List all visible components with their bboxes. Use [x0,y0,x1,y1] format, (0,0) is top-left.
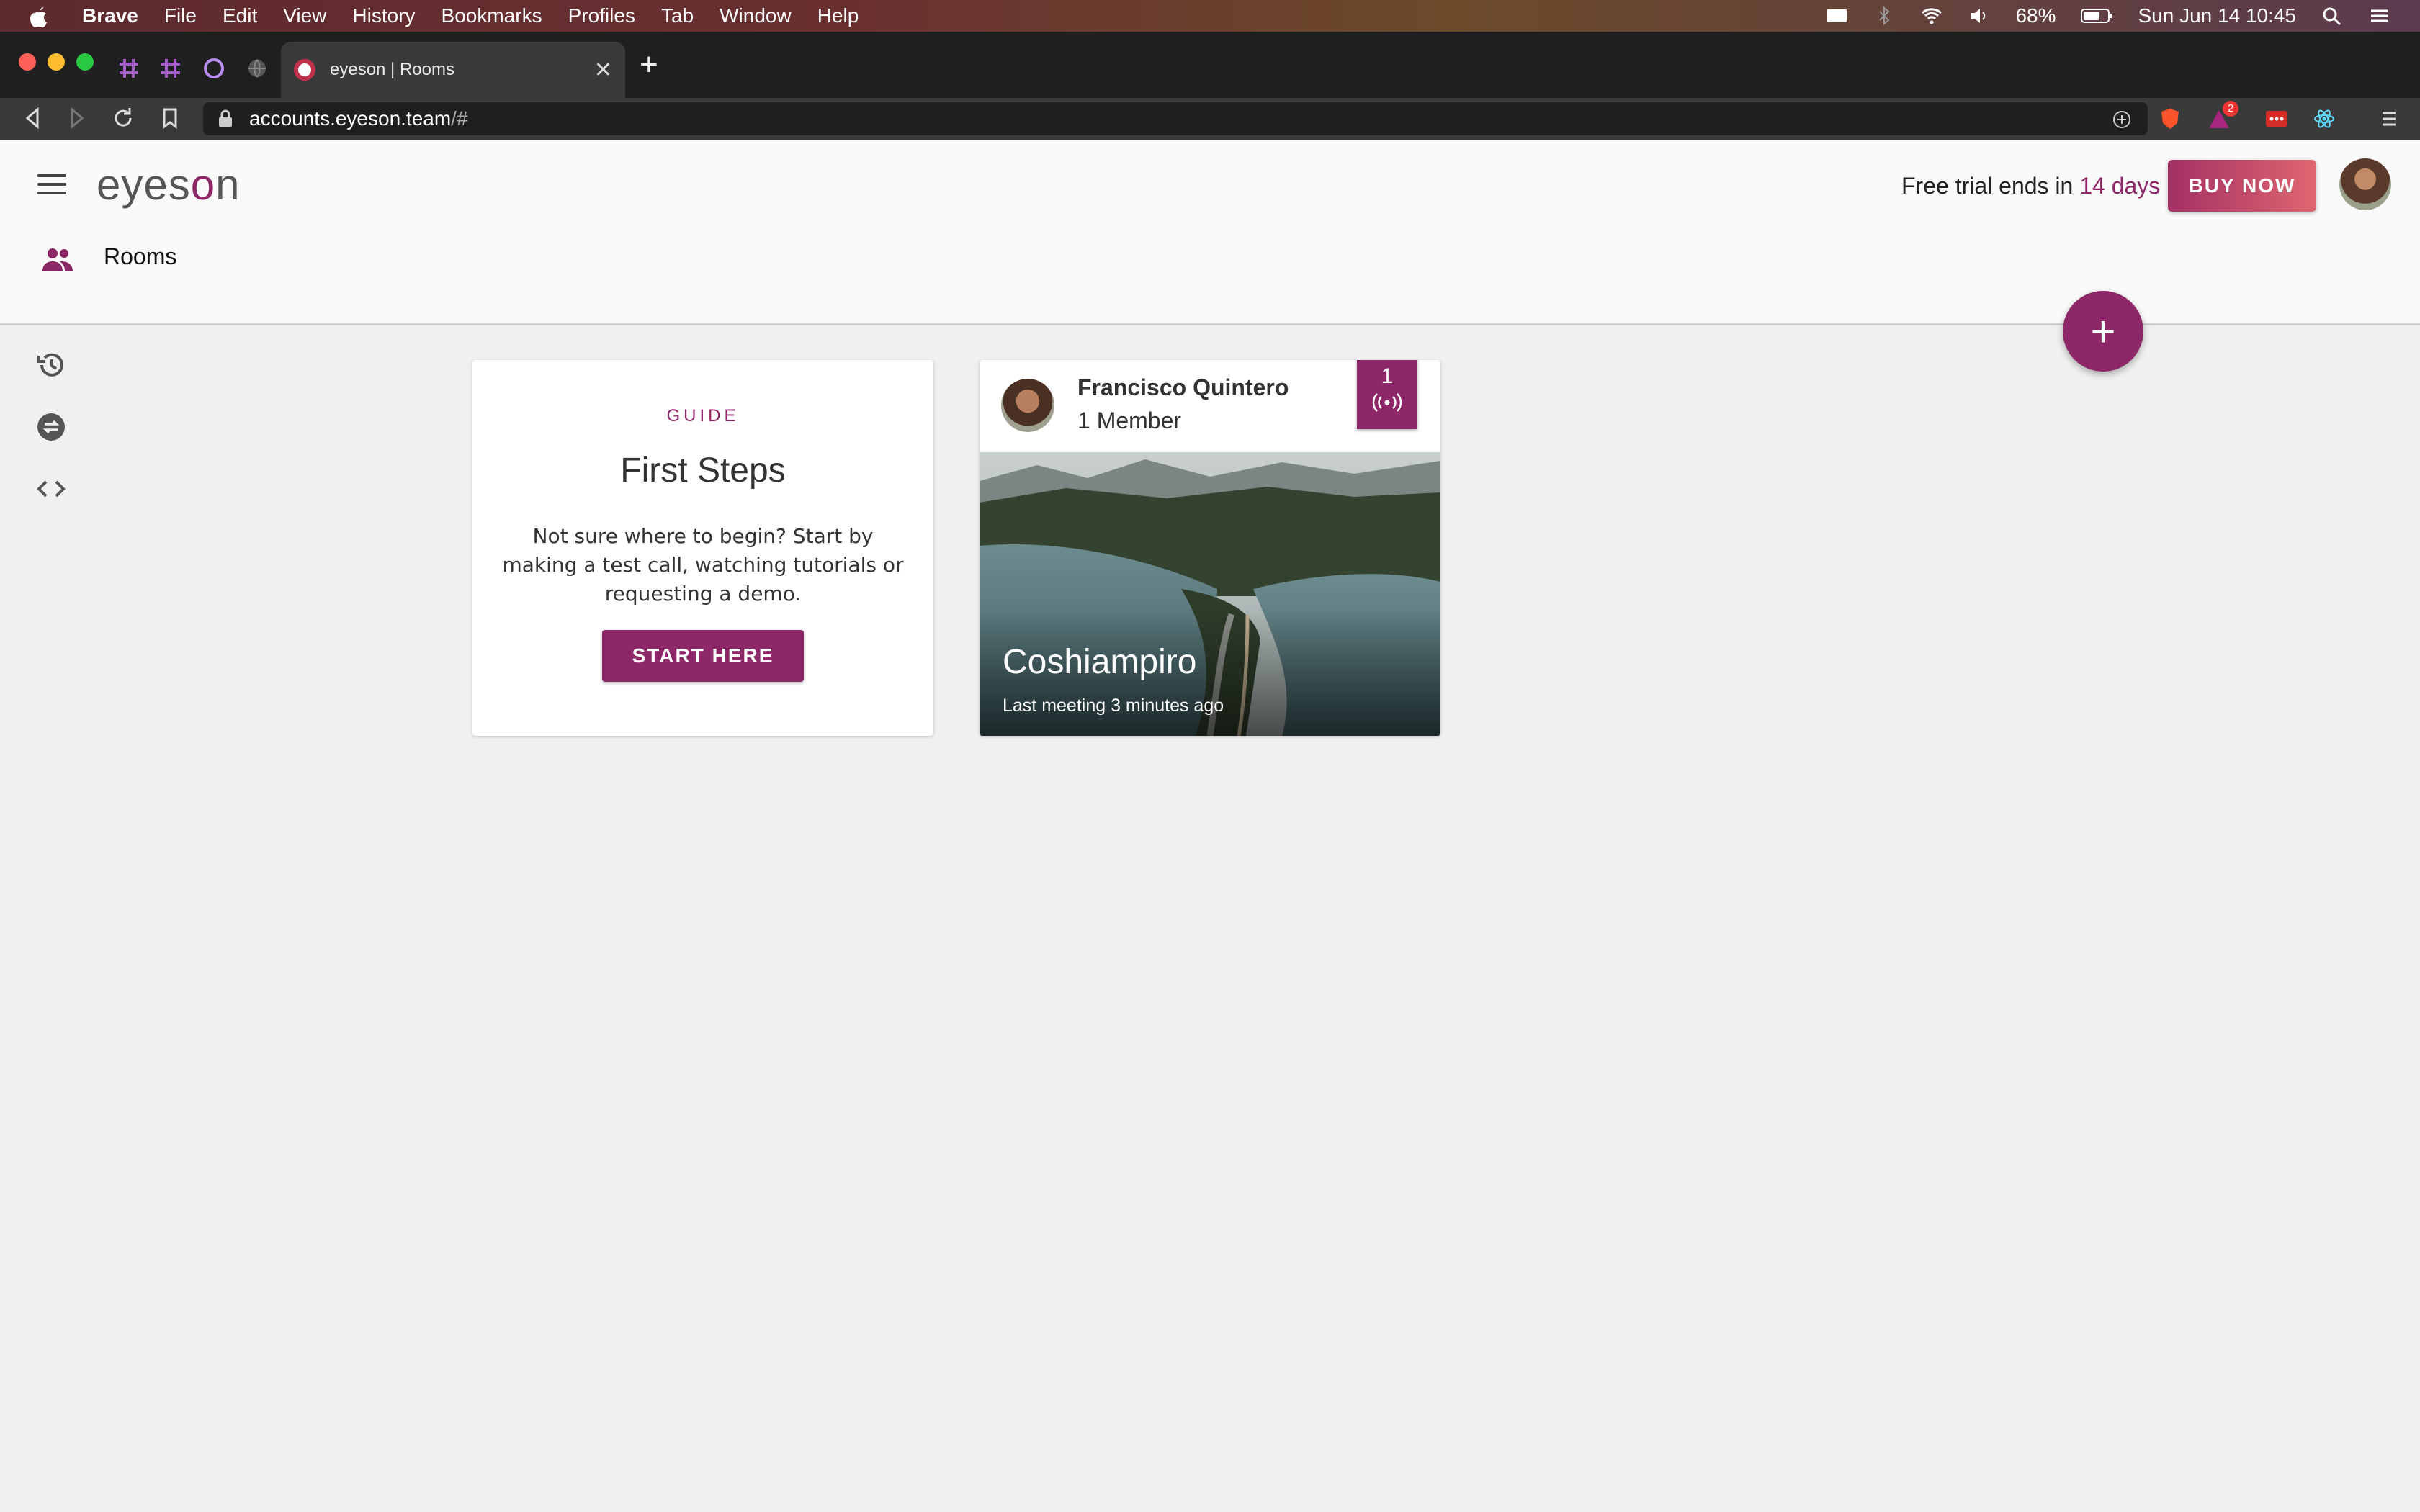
add-room-button[interactable]: + [2063,291,2143,372]
room-name: Coshiampiro [1003,643,1197,681]
new-tab-button[interactable]: + [640,49,658,81]
code-icon[interactable] [35,472,68,505]
bookmark-icon[interactable] [160,104,180,132]
active-tab[interactable]: eyeson | Rooms ✕ [281,42,625,98]
globe-icon[interactable] [245,56,269,81]
menu-tab[interactable]: Tab [661,4,694,27]
url-host: accounts.eyeson.team [249,107,452,130]
room-last-meeting: Last meeting 3 minutes ago [1003,696,1224,716]
swap-icon[interactable] [35,410,68,444]
menu-bookmarks[interactable]: Bookmarks [442,4,542,27]
hamburger-menu-icon[interactable] [37,174,66,194]
trial-notice: Free trial ends in 14 days [1901,173,2161,199]
close-window-button[interactable] [19,53,36,71]
maximize-window-button[interactable] [76,53,94,71]
minimize-window-button[interactable] [48,53,65,71]
nav-rooms-label[interactable]: Rooms [104,243,176,270]
close-tab-icon[interactable]: ✕ [594,58,612,83]
browser-menu-icon[interactable] [2377,107,2401,131]
app-header: eyeson Free trial ends in 14 days BUY NO… [0,140,2420,325]
lastpass-icon[interactable] [2264,107,2289,131]
live-count: 1 [1381,364,1394,388]
lock-icon[interactable] [218,109,233,128]
guide-card: GUIDE First Steps Not sure where to begi… [472,360,933,736]
apple-icon[interactable] [29,4,49,27]
start-here-button[interactable]: START HERE [602,630,804,682]
volume-icon[interactable] [1968,6,1991,25]
menu-help[interactable]: Help [817,4,859,27]
room-cover-image [980,452,1440,736]
eyeson-favicon-icon [294,59,315,81]
clock[interactable]: Sun Jun 14 10:45 [2138,4,2296,27]
toolbar: accounts.eyeson.team/# 2 [0,98,2420,140]
buy-now-button[interactable]: BUY NOW [2168,160,2316,212]
battery-percent: 68% [2015,4,2056,27]
room-card[interactable]: Francisco Quintero 1 Member 1 Coshiampir… [980,360,1440,736]
people-icon[interactable] [40,246,75,272]
broadcast-icon [1372,393,1402,412]
circle-app-icon[interactable] [202,56,226,81]
spotlight-search-icon[interactable] [2321,6,2344,25]
address-bar[interactable]: accounts.eyeson.team/# [203,102,2148,135]
trial-days: 14 days [2079,173,2161,199]
menu-profiles[interactable]: Profiles [568,4,635,27]
user-avatar[interactable] [2339,158,2391,210]
display-icon[interactable] [1825,6,1848,25]
live-participants-badge[interactable]: 1 [1357,360,1417,429]
menu-history[interactable]: History [352,4,415,27]
extension-badge: 2 [2223,101,2238,117]
control-center-icon[interactable] [2368,6,2391,25]
reload-icon[interactable] [111,104,135,132]
tab-strip: eyeson | Rooms ✕ + [0,32,2420,98]
guide-title: First Steps [620,451,786,490]
guide-description: Not sure where to begin? Start by making… [502,524,904,606]
url-path: /# [451,107,468,130]
forward-icon[interactable] [66,104,88,132]
menu-file[interactable]: File [164,4,197,27]
room-member-count: 1 Member [1077,408,1182,433]
menubar: Brave File Edit View History Bookmarks P… [0,0,2420,32]
menu-edit[interactable]: Edit [223,4,257,27]
add-bookmark-icon[interactable] [2112,109,2132,130]
battery-icon[interactable] [2080,6,2113,25]
react-devtools-icon[interactable] [2312,107,2336,131]
eyeson-logo[interactable]: eyeson [97,160,241,210]
wifi-icon[interactable] [1920,6,1943,25]
menu-window[interactable]: Window [720,4,792,27]
menu-app-name[interactable]: Brave [82,4,138,27]
tab-title: eyeson | Rooms [330,60,454,79]
owner-avatar [1001,379,1054,432]
history-icon[interactable] [35,348,68,382]
plus-icon: + [2090,307,2116,356]
slack-icon[interactable] [158,56,183,81]
back-icon[interactable] [22,104,43,132]
guide-overline: GUIDE [666,406,740,426]
bluetooth-icon[interactable] [1873,6,1896,25]
brave-shields-icon[interactable] [2158,107,2182,131]
slack-icon[interactable] [117,56,141,81]
menu-view[interactable]: View [283,4,326,27]
room-owner-name: Francisco Quintero [1077,374,1289,400]
